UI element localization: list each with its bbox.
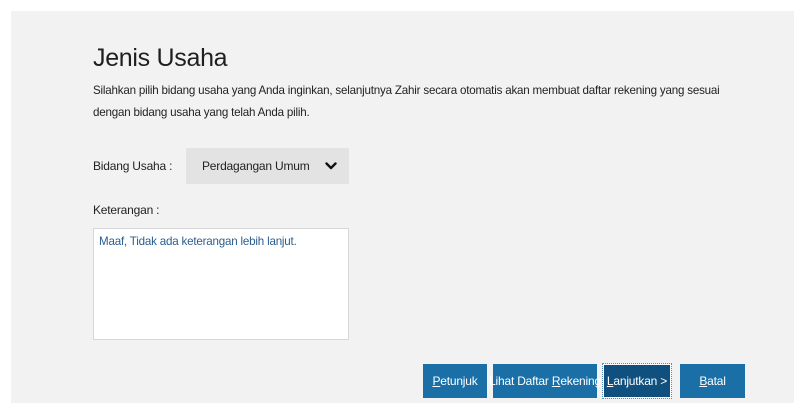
bidang-usaha-value: Perdagangan Umum (202, 159, 310, 173)
batal-label: atal (707, 374, 726, 388)
page-description: Silahkan pilih bidang usaha yang Anda in… (93, 84, 720, 119)
keterangan-textarea[interactable]: Maaf, Tidak ada keterangan lebih lanjut. (93, 228, 349, 340)
batal-button[interactable]: Batal (680, 364, 745, 398)
keterangan-text: Maaf, Tidak ada keterangan lebih lanjut. (99, 235, 297, 248)
keterangan-label: Keterangan : (93, 203, 160, 217)
lihat-label-rest: ekening (560, 374, 601, 388)
lanjutkan-label: anjutkan > (613, 374, 668, 388)
lanjutkan-button[interactable]: Lanjutkan > (602, 363, 672, 399)
bidang-usaha-select[interactable]: Perdagangan Umum (186, 148, 349, 184)
bidang-usaha-label: Bidang Usaha : (93, 159, 173, 173)
petunjuk-label: etunjuk (440, 374, 478, 388)
page-title: Jenis Usaha (93, 44, 228, 72)
chevron-down-icon (325, 162, 337, 170)
lihat-label-pre: Lihat Daftar (489, 374, 552, 388)
lihat-daftar-rekening-button[interactable]: Lihat Daftar Rekening (489, 364, 601, 398)
petunjuk-button[interactable]: Petunjuk (423, 364, 487, 398)
lihat-mnemonic: R (551, 374, 561, 388)
batal-mnemonic: B (699, 374, 708, 388)
petunjuk-mnemonic: P (432, 374, 441, 388)
